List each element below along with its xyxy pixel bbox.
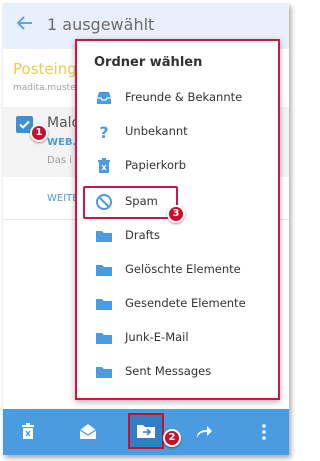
step-badge-2: 2 xyxy=(163,429,181,447)
kebab-menu-icon xyxy=(262,424,266,440)
trash-icon xyxy=(95,157,113,175)
svg-text:?: ? xyxy=(99,123,108,141)
folder-label: Junk-E-Mail xyxy=(125,330,189,344)
folder-item-gesendete-elemente[interactable]: Gesendete Elemente xyxy=(77,287,278,321)
step-badge-3: 3 xyxy=(167,205,185,223)
dialog-title: Ordner wählen xyxy=(94,55,203,70)
folder-item-junk-e-mail[interactable]: Junk-E-Mail xyxy=(77,321,278,355)
bottom-toolbar xyxy=(3,409,289,455)
folder-item-papierkorb[interactable]: Papierkorb xyxy=(77,149,278,183)
delete-button[interactable] xyxy=(17,421,39,443)
folder-icon xyxy=(95,261,113,279)
step-badge-1: 1 xyxy=(30,124,48,142)
open-envelope-icon xyxy=(79,424,97,439)
folder-icon xyxy=(95,329,113,347)
back-arrow-icon[interactable] xyxy=(15,13,39,37)
folder-item-unbekannt[interactable]: ? Unbekannt xyxy=(77,115,278,149)
folder-move-icon xyxy=(137,425,155,438)
inbox-tray-icon xyxy=(95,89,113,107)
forward-button[interactable] xyxy=(193,421,215,443)
app-window: 1 ausgewählt Posteinga madita.musterm Ma… xyxy=(3,3,289,455)
message-sender-org: WEB. xyxy=(47,137,77,148)
folder-label: Gesendete Elemente xyxy=(125,296,246,310)
spam-highlight xyxy=(83,186,178,219)
message-preview: Das i xyxy=(47,155,72,166)
folder-item-drafts[interactable]: Drafts xyxy=(77,219,278,253)
folder-icon xyxy=(95,363,113,381)
folder-label: Freunde & Bekannte xyxy=(125,90,243,104)
folder-label: Gelöschte Elemente xyxy=(125,262,241,276)
mark-read-button[interactable] xyxy=(77,421,99,443)
folder-item-freunde-bekannte[interactable]: Freunde & Bekannte xyxy=(77,81,278,115)
folder-icon xyxy=(95,295,113,313)
selection-count-title: 1 ausgewählt xyxy=(47,15,155,34)
more-link[interactable]: WEITE xyxy=(47,193,79,204)
folder-item-sent-messages[interactable]: Sent Messages xyxy=(77,355,278,389)
folder-icon xyxy=(95,227,113,245)
more-options-button[interactable] xyxy=(253,421,275,443)
folder-label: Sent Messages xyxy=(125,364,212,378)
folder-label: Unbekannt xyxy=(125,124,188,138)
move-to-folder-button[interactable] xyxy=(128,413,164,449)
question-icon: ? xyxy=(95,123,113,142)
folder-item-geloeschte-elemente[interactable]: Gelöschte Elemente xyxy=(77,253,278,287)
forward-arrow-icon xyxy=(197,426,212,438)
folder-label: Drafts xyxy=(125,228,160,242)
trash-icon xyxy=(22,423,34,439)
folder-label: Papierkorb xyxy=(125,158,187,172)
